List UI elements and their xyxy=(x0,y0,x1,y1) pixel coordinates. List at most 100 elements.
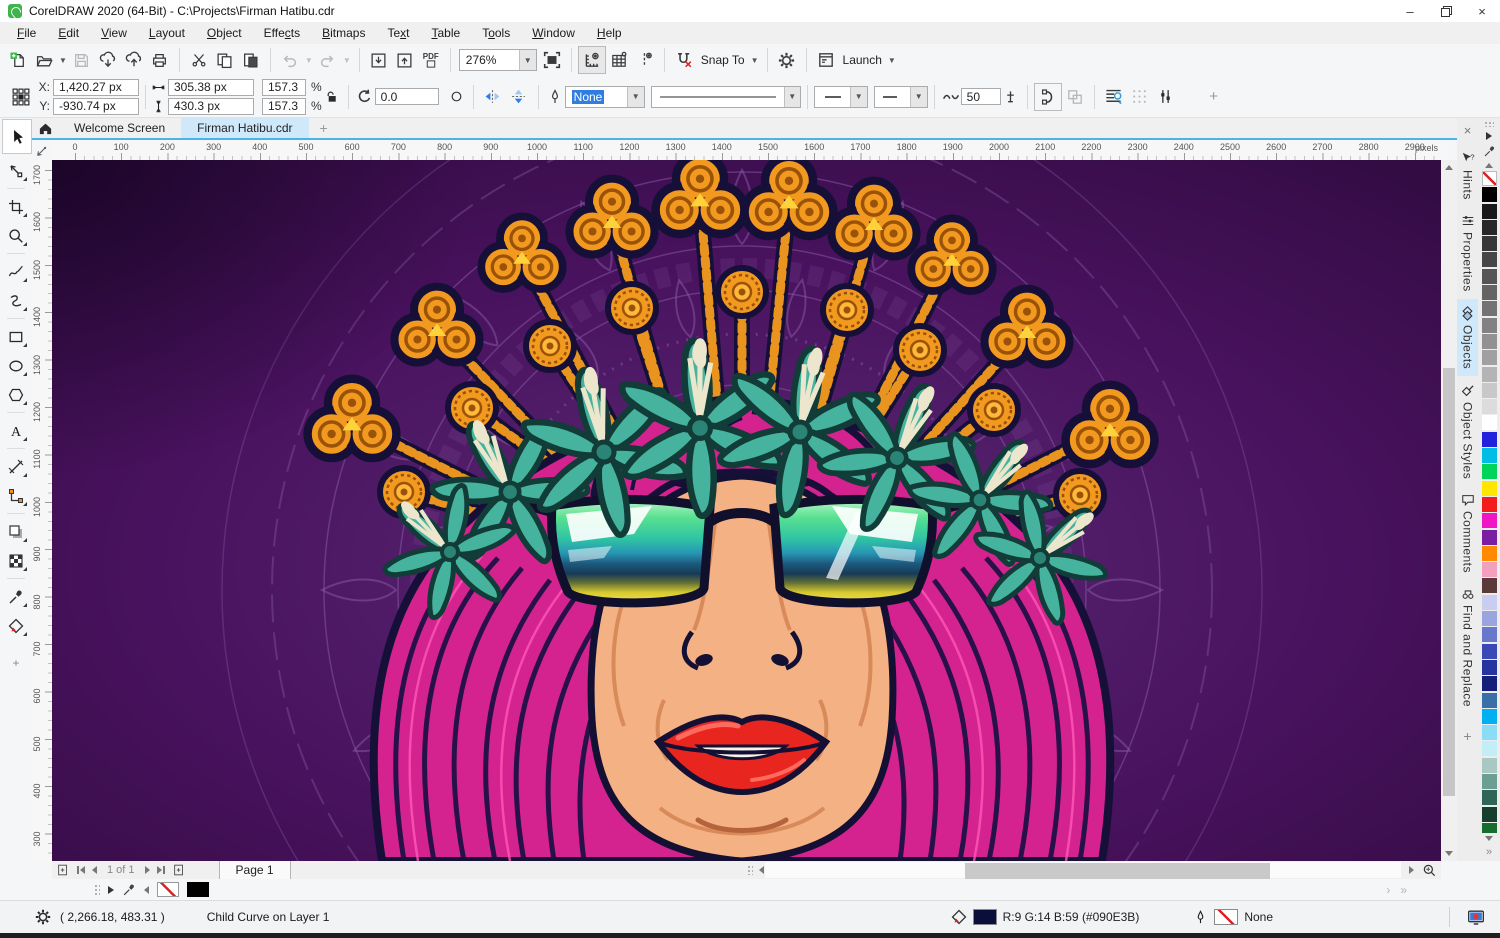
zoom-level-combo[interactable]: 276% ▼ xyxy=(458,49,537,71)
snap-off-button[interactable] xyxy=(671,47,697,73)
horizontal-scrollbar[interactable] xyxy=(745,861,1441,879)
palette-flyout-icon[interactable] xyxy=(1486,132,1492,140)
lock-ratio-button[interactable] xyxy=(322,84,342,110)
docker-tab-find-replace[interactable]: Find and Replace xyxy=(1461,580,1475,714)
print-button[interactable] xyxy=(147,47,173,73)
docpal-grip-icon[interactable] xyxy=(94,883,100,896)
paste-button[interactable] xyxy=(238,47,264,73)
docker-tab-comments[interactable]: Comments xyxy=(1461,486,1475,580)
palette-swatch[interactable] xyxy=(1481,562,1497,578)
previous-page-button[interactable] xyxy=(92,866,97,874)
palette-swatch[interactable] xyxy=(1481,480,1497,496)
import-button[interactable] xyxy=(366,47,392,73)
snap-to-label[interactable]: Snap To xyxy=(697,53,749,67)
docpal-scroll-left-icon[interactable] xyxy=(144,885,149,894)
scroll-right-icon[interactable] xyxy=(1403,861,1419,879)
palette-swatch[interactable] xyxy=(1481,529,1497,545)
customize-plus-button[interactable]: + xyxy=(1201,84,1227,110)
ruler-origin-button[interactable] xyxy=(32,140,52,160)
fill-color-swatch[interactable] xyxy=(972,909,997,925)
mirror-vertical-button[interactable] xyxy=(506,84,532,110)
new-document-button[interactable] xyxy=(5,47,31,73)
palette-swatch[interactable] xyxy=(1481,659,1497,675)
palette-swatch[interactable] xyxy=(1481,790,1497,806)
start-arrowhead-combo[interactable]: ▼ xyxy=(813,85,868,108)
fullscreen-preview-button[interactable] xyxy=(539,47,565,73)
object-height-field[interactable]: 430.3 px xyxy=(168,97,254,115)
launch-label[interactable]: Launch xyxy=(839,53,886,67)
tool-freehand[interactable] xyxy=(2,257,30,286)
palette-swatch[interactable] xyxy=(1481,333,1497,349)
palette-swatch[interactable] xyxy=(1481,545,1497,561)
undo-button[interactable] xyxy=(277,47,303,73)
palette-swatch[interactable] xyxy=(1481,757,1497,773)
tool-artistic-media[interactable] xyxy=(2,286,30,315)
page-tab[interactable]: Page 1 xyxy=(218,861,291,879)
status-gear-icon[interactable] xyxy=(34,908,52,926)
menu-edit[interactable]: Edit xyxy=(47,24,90,42)
palette-expand-icon[interactable]: » xyxy=(1486,846,1492,858)
y-position-field[interactable]: -930.74 px xyxy=(53,97,139,115)
palette-scroll-down-icon[interactable] xyxy=(1485,836,1493,841)
add-page-after-icon[interactable] xyxy=(172,863,186,877)
docker-tab-hints[interactable]: Hints xyxy=(1460,144,1475,207)
menu-layout[interactable]: Layout xyxy=(138,24,196,42)
palette-swatch[interactable] xyxy=(1481,219,1497,235)
menu-tools[interactable]: Tools xyxy=(471,24,521,42)
proof-colors-icon[interactable] xyxy=(1466,908,1486,926)
redo-button[interactable] xyxy=(315,47,341,73)
publish-pdf-button[interactable]: PDF xyxy=(418,47,444,73)
zoom-dropdown-icon[interactable]: ▼ xyxy=(518,50,536,70)
palette-swatch[interactable] xyxy=(1481,301,1497,317)
menu-table[interactable]: Table xyxy=(421,24,472,42)
palette-swatch[interactable] xyxy=(1481,464,1497,480)
tool-crop[interactable] xyxy=(2,192,30,221)
vertical-scroll-thumb[interactable] xyxy=(1443,368,1455,796)
show-rulers-button[interactable] xyxy=(577,46,606,74)
tab-welcome-screen[interactable]: Welcome Screen xyxy=(58,118,181,138)
palette-swatch[interactable] xyxy=(1481,594,1497,610)
end-arrowhead-combo[interactable]: ▼ xyxy=(873,85,928,108)
restore-button[interactable] xyxy=(1428,0,1464,22)
docker-tab-properties[interactable]: Properties xyxy=(1461,207,1475,299)
last-page-button[interactable] xyxy=(156,866,165,874)
menu-object[interactable]: Object xyxy=(196,24,253,42)
next-page-button[interactable] xyxy=(144,866,150,874)
object-width-field[interactable]: 305.38 px xyxy=(168,78,254,96)
outline-width-combo[interactable]: None ▼ xyxy=(564,85,645,108)
docker-tab-objects[interactable]: Objects xyxy=(1457,298,1478,376)
palette-swatch[interactable] xyxy=(1481,692,1497,708)
palette-swatch[interactable] xyxy=(1481,708,1497,724)
tool-connector[interactable] xyxy=(2,481,30,510)
palette-swatch[interactable] xyxy=(1481,187,1497,203)
palette-swatch[interactable] xyxy=(1481,382,1497,398)
menu-window[interactable]: Window xyxy=(521,24,586,42)
mirror-horizontal-button[interactable] xyxy=(480,84,506,110)
menu-text[interactable]: Text xyxy=(376,24,420,42)
tool-interactive-fill[interactable] xyxy=(2,611,30,640)
smoothness-field[interactable]: 50 xyxy=(960,88,1001,105)
scale-v-field[interactable]: 157.3 xyxy=(262,97,306,115)
launch-icon[interactable] xyxy=(813,47,839,73)
palette-swatch[interactable] xyxy=(1481,741,1497,757)
palette-swatch[interactable] xyxy=(1481,448,1497,464)
tool-dimension[interactable] xyxy=(2,452,30,481)
palette-swatch[interactable] xyxy=(1481,806,1497,822)
save-button[interactable] xyxy=(69,47,95,73)
palette-swatch[interactable] xyxy=(1481,268,1497,284)
palette-swatch[interactable] xyxy=(1481,611,1497,627)
palette-grip-icon[interactable] xyxy=(1484,121,1494,127)
tool-drop-shadow[interactable] xyxy=(2,517,30,546)
tool-rectangle[interactable] xyxy=(2,322,30,351)
palette-swatch[interactable] xyxy=(1481,252,1497,268)
menu-effects[interactable]: Effects xyxy=(253,24,311,42)
palette-swatch[interactable] xyxy=(1481,399,1497,415)
export-button[interactable] xyxy=(392,47,418,73)
tool-color-eyedropper[interactable] xyxy=(2,582,30,611)
vertical-scrollbar[interactable] xyxy=(1441,160,1457,861)
launch-dropdown-icon[interactable]: ▼ xyxy=(886,56,898,65)
add-page-before-icon[interactable] xyxy=(56,863,70,877)
toolbox-customize-button[interactable]: + xyxy=(2,648,30,677)
show-guidelines-button[interactable] xyxy=(632,47,658,73)
menu-file[interactable]: File xyxy=(6,24,47,42)
